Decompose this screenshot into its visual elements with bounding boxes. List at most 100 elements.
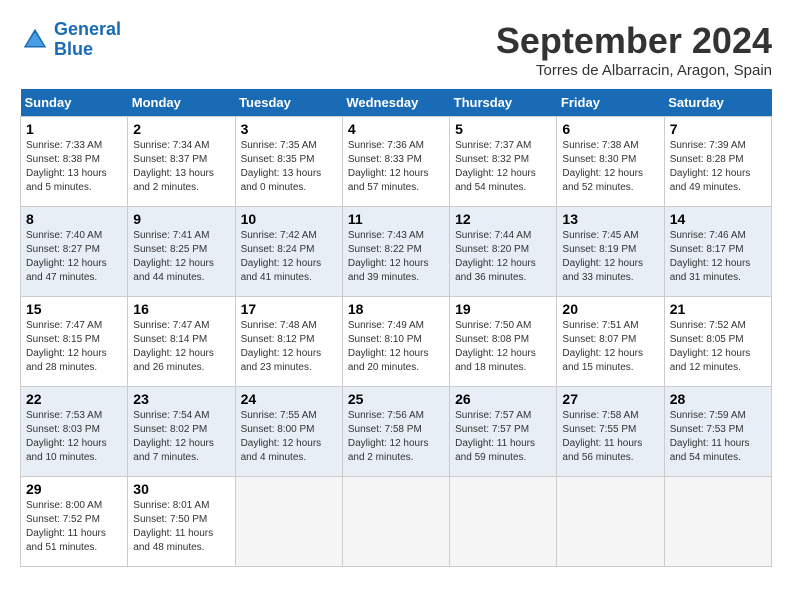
calendar-cell: 22Sunrise: 7:53 AMSunset: 8:03 PMDayligh… (21, 387, 128, 477)
calendar-cell: 5Sunrise: 7:37 AMSunset: 8:32 PMDaylight… (450, 117, 557, 207)
day-info: Sunrise: 7:35 AMSunset: 8:35 PMDaylight:… (241, 139, 337, 195)
calendar-cell: 4 Sunrise: 7:36 AMSunset: 8:33 PMDaylight… (342, 117, 449, 207)
day-info: Sunrise: 7:54 AMSunset: 8:02 PMDaylight:… (133, 409, 229, 465)
calendar-week-1: 1 Sunrise: 7:33 AMSunset: 8:38 PMDaylight… (21, 117, 772, 207)
day-info: Sunrise: 7:42 AMSunset: 8:24 PMDaylight:… (241, 229, 337, 285)
day-info: Sunrise: 7:41 AMSunset: 8:25 PMDaylight:… (133, 229, 229, 285)
day-number: 1 (26, 121, 122, 137)
day-number: 28 (670, 391, 766, 407)
day-number: 15 (26, 301, 122, 317)
day-number: 18 (348, 301, 444, 317)
day-info: Sunrise: 7:34 AMSunset: 8:37 PMDaylight:… (133, 139, 229, 195)
calendar-cell: 16Sunrise: 7:47 AMSunset: 8:14 PMDayligh… (128, 297, 235, 387)
day-info: Sunrise: 7:40 AMSunset: 8:27 PMDaylight:… (26, 229, 122, 285)
day-info: Sunrise: 7:49 AMSunset: 8:10 PMDaylight:… (348, 319, 444, 375)
weekday-header-friday: Friday (557, 89, 664, 117)
calendar-week-2: 8 Sunrise: 7:40 AMSunset: 8:27 PMDaylight… (21, 207, 772, 297)
day-number: 16 (133, 301, 229, 317)
calendar-cell: 7Sunrise: 7:39 AMSunset: 8:28 PMDaylight… (664, 117, 771, 207)
day-info: Sunrise: 7:39 AMSunset: 8:28 PMDaylight:… (670, 139, 766, 195)
month-title: September 2024 (496, 20, 772, 62)
location: Torres de Albarracin, Aragon, Spain (496, 62, 772, 79)
weekday-header-sunday: Sunday (21, 89, 128, 117)
day-info: Sunrise: 7:55 AMSunset: 8:00 PMDaylight:… (241, 409, 337, 465)
day-number: 9 (133, 211, 229, 227)
weekday-header-wednesday: Wednesday (342, 89, 449, 117)
calendar-cell: 1 Sunrise: 7:33 AMSunset: 8:38 PMDaylight… (21, 117, 128, 207)
logo-general: General (54, 19, 121, 39)
day-number: 17 (241, 301, 337, 317)
day-number: 3 (241, 121, 337, 137)
day-number: 21 (670, 301, 766, 317)
day-number: 29 (26, 481, 122, 497)
calendar-cell (450, 477, 557, 567)
weekday-header-tuesday: Tuesday (235, 89, 342, 117)
weekday-header-row: SundayMondayTuesdayWednesdayThursdayFrid… (21, 89, 772, 117)
day-number: 24 (241, 391, 337, 407)
calendar-cell: 23 Sunrise: 7:54 AMSunset: 8:02 PMDayligh… (128, 387, 235, 477)
calendar-cell: 15 Sunrise: 7:47 AMSunset: 8:15 PMDayligh… (21, 297, 128, 387)
day-number: 2 (133, 121, 229, 137)
calendar-cell: 13Sunrise: 7:45 AMSunset: 8:19 PMDayligh… (557, 207, 664, 297)
day-info: Sunrise: 7:52 AMSunset: 8:05 PMDaylight:… (670, 319, 766, 375)
calendar-cell: 29 Sunrise: 8:00 AMSunset: 7:52 PMDayligh… (21, 477, 128, 567)
calendar-cell: 6Sunrise: 7:38 AMSunset: 8:30 PMDaylight… (557, 117, 664, 207)
day-info: Sunrise: 7:51 AMSunset: 8:07 PMDaylight:… (562, 319, 658, 375)
calendar-cell (235, 477, 342, 567)
day-info: Sunrise: 7:36 AMSunset: 8:33 PMDaylight:… (348, 139, 444, 195)
day-number: 10 (241, 211, 337, 227)
calendar-cell: 24 Sunrise: 7:55 AMSunset: 8:00 PMDayligh… (235, 387, 342, 477)
day-info: Sunrise: 7:56 AMSunset: 7:58 PMDaylight:… (348, 409, 444, 465)
calendar-cell: 8 Sunrise: 7:40 AMSunset: 8:27 PMDaylight… (21, 207, 128, 297)
weekday-header-saturday: Saturday (664, 89, 771, 117)
calendar-cell: 27 Sunrise: 7:58 AMSunset: 7:55 PMDayligh… (557, 387, 664, 477)
day-number: 20 (562, 301, 658, 317)
day-info: Sunrise: 7:46 AMSunset: 8:17 PMDaylight:… (670, 229, 766, 285)
calendar-cell: 3 Sunrise: 7:35 AMSunset: 8:35 PMDaylight… (235, 117, 342, 207)
calendar-week-5: 29 Sunrise: 8:00 AMSunset: 7:52 PMDayligh… (21, 477, 772, 567)
day-info: Sunrise: 7:48 AMSunset: 8:12 PMDaylight:… (241, 319, 337, 375)
day-info: Sunrise: 7:58 AMSunset: 7:55 PMDaylight:… (562, 409, 658, 465)
calendar-week-3: 15 Sunrise: 7:47 AMSunset: 8:15 PMDayligh… (21, 297, 772, 387)
calendar-cell: 21 Sunrise: 7:52 AMSunset: 8:05 PMDayligh… (664, 297, 771, 387)
day-info: Sunrise: 7:50 AMSunset: 8:08 PMDaylight:… (455, 319, 551, 375)
day-number: 8 (26, 211, 122, 227)
day-number: 30 (133, 481, 229, 497)
calendar-cell: 2 Sunrise: 7:34 AMSunset: 8:37 PMDaylight… (128, 117, 235, 207)
day-number: 6 (562, 121, 658, 137)
day-number: 12 (455, 211, 551, 227)
day-info: Sunrise: 7:33 AMSunset: 8:38 PMDaylight:… (26, 139, 122, 195)
day-number: 27 (562, 391, 658, 407)
calendar-cell: 28 Sunrise: 7:59 AMSunset: 7:53 PMDayligh… (664, 387, 771, 477)
calendar-cell (664, 477, 771, 567)
day-number: 25 (348, 391, 444, 407)
calendar-cell: 10 Sunrise: 7:42 AMSunset: 8:24 PMDayligh… (235, 207, 342, 297)
calendar-cell: 11Sunrise: 7:43 AMSunset: 8:22 PMDayligh… (342, 207, 449, 297)
day-info: Sunrise: 7:45 AMSunset: 8:19 PMDaylight:… (562, 229, 658, 285)
day-number: 23 (133, 391, 229, 407)
day-number: 4 (348, 121, 444, 137)
calendar-cell: 18 Sunrise: 7:49 AMSunset: 8:10 PMDayligh… (342, 297, 449, 387)
day-info: Sunrise: 7:43 AMSunset: 8:22 PMDaylight:… (348, 229, 444, 285)
weekday-header-monday: Monday (128, 89, 235, 117)
day-number: 19 (455, 301, 551, 317)
calendar-cell: 26Sunrise: 7:57 AMSunset: 7:57 PMDayligh… (450, 387, 557, 477)
calendar-cell: 12 Sunrise: 7:44 AMSunset: 8:20 PMDayligh… (450, 207, 557, 297)
logo-icon (20, 25, 50, 55)
day-number: 26 (455, 391, 551, 407)
calendar-cell: 17 Sunrise: 7:48 AMSunset: 8:12 PMDayligh… (235, 297, 342, 387)
calendar-table: SundayMondayTuesdayWednesdayThursdayFrid… (20, 89, 772, 567)
day-info: Sunrise: 8:00 AMSunset: 7:52 PMDaylight:… (26, 499, 122, 555)
calendar-cell: 19 Sunrise: 7:50 AMSunset: 8:08 PMDayligh… (450, 297, 557, 387)
day-info: Sunrise: 7:59 AMSunset: 7:53 PMDaylight:… (670, 409, 766, 465)
day-info: Sunrise: 7:44 AMSunset: 8:20 PMDaylight:… (455, 229, 551, 285)
day-info: Sunrise: 7:53 AMSunset: 8:03 PMDaylight:… (26, 409, 122, 465)
day-number: 5 (455, 121, 551, 137)
day-info: Sunrise: 8:01 AMSunset: 7:50 PMDaylight:… (133, 499, 229, 555)
logo: General Blue (20, 20, 121, 60)
day-info: Sunrise: 7:47 AMSunset: 8:15 PMDaylight:… (26, 319, 122, 375)
title-area: September 2024 Torres de Albarracin, Ara… (496, 20, 772, 79)
calendar-cell: 9 Sunrise: 7:41 AMSunset: 8:25 PMDaylight… (128, 207, 235, 297)
logo-text: General Blue (54, 20, 121, 60)
calendar-cell (557, 477, 664, 567)
